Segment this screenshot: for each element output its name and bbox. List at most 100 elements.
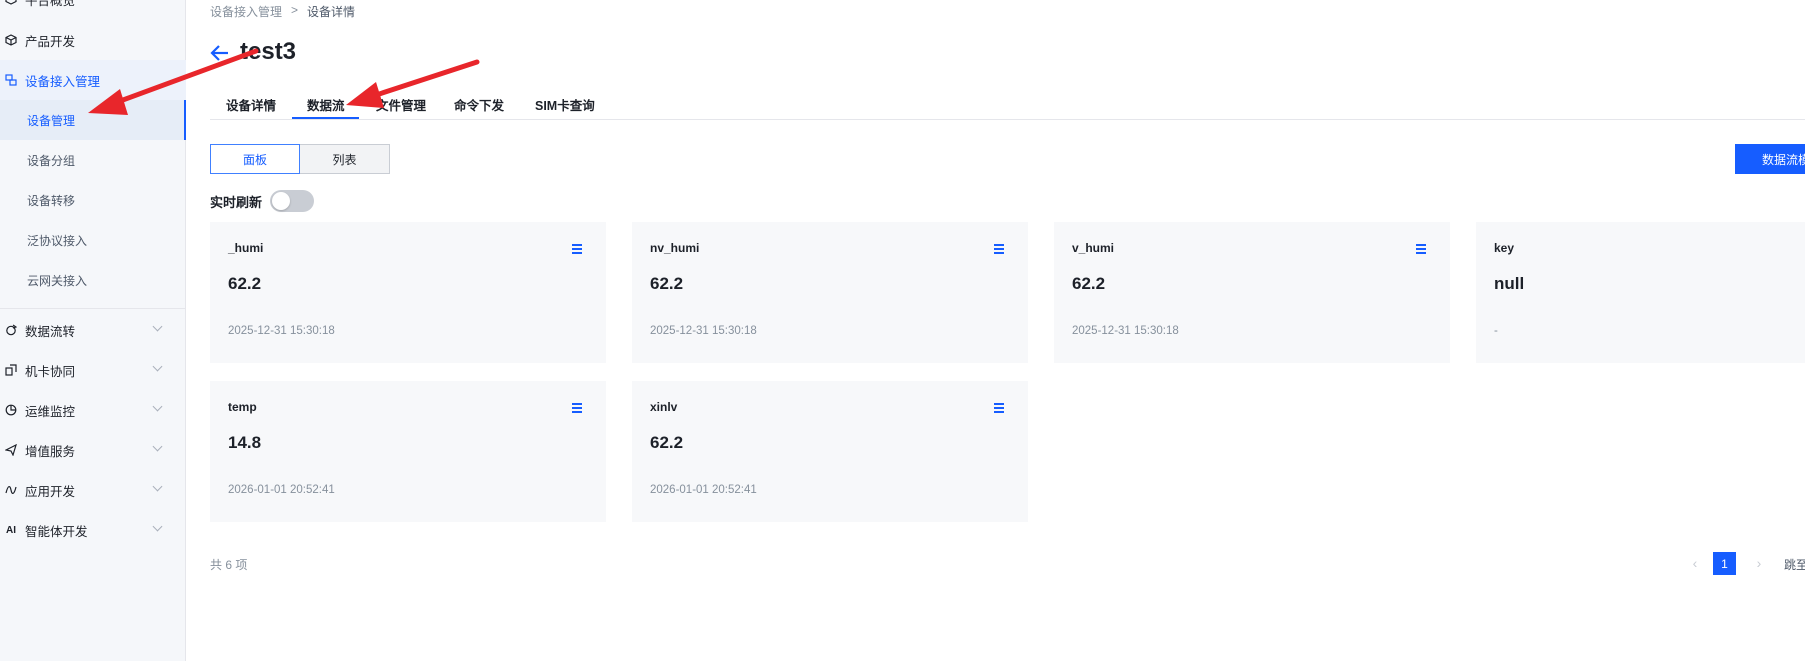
tab-active-indicator <box>292 117 359 119</box>
total-count: 共 6 项 <box>210 558 248 572</box>
sidebar-item-ops-monitor[interactable]: 运维监控 <box>0 390 186 430</box>
sidebar-item-data-flow[interactable]: 数据流转 <box>0 310 186 350</box>
chevron-down-icon <box>152 361 163 372</box>
sidebar-subitem-device-group[interactable]: 设备分组 <box>0 140 186 180</box>
data-card-name: _humi <box>228 241 264 255</box>
menu-icon[interactable] <box>994 403 1006 414</box>
data-card-name: nv_humi <box>650 241 700 255</box>
sidebar-item-label: 设备接入管理 <box>25 74 101 89</box>
view-toggle-list[interactable]: 列表 <box>300 144 390 174</box>
sidebar-item-overview[interactable]: 平台概览 <box>0 0 186 19</box>
sidebar-subitem-label: 泛协议接入 <box>27 233 88 248</box>
dashboard-icon <box>4 0 18 6</box>
data-card-value: null <box>1494 274 1525 293</box>
switch-knob <box>272 192 291 210</box>
chevron-down-icon <box>152 481 163 492</box>
data-card-time: 2025-12-31 15:30:18 <box>650 325 757 337</box>
sidebar-item-ai-agent-dev[interactable]: AI 智能体开发 <box>0 510 186 550</box>
breadcrumb-separator: > <box>291 3 299 17</box>
realtime-refresh-label: 实时刷新 <box>210 194 263 210</box>
breadcrumb-current: 设备详情 <box>307 5 356 19</box>
sidebar-item-device-access[interactable]: 设备接入管理 <box>0 60 186 100</box>
data-card-time: 2025-12-31 15:30:18 <box>1072 325 1179 337</box>
pagination-page-1[interactable]: 1 <box>1713 552 1736 575</box>
app-dev-icon <box>4 483 18 497</box>
pagination-prev-button[interactable]: ‹ <box>1685 551 1705 575</box>
data-card: key null - <box>1476 222 1805 363</box>
main-content: 设备接入管理 > 设备详情 test3 设备详情 数据流 文件管理 命令下发 S… <box>187 0 1805 661</box>
sidebar-item-sim-collab[interactable]: 机卡协同 <box>0 350 186 390</box>
data-card-name: temp <box>228 400 257 414</box>
sim-card-icon <box>4 363 18 377</box>
data-card-time: 2026-01-01 20:52:41 <box>650 484 757 496</box>
sidebar-item-label: 增值服务 <box>25 444 76 459</box>
data-card-value: 62.2 <box>650 274 684 293</box>
sidebar-subitem-label: 云网关接入 <box>27 273 88 288</box>
tab-bar: 设备详情 数据流 文件管理 命令下发 SIM卡查询 <box>210 88 1805 120</box>
tab-sim-query[interactable]: SIM卡查询 <box>535 95 595 114</box>
data-card-time: - <box>1494 325 1498 337</box>
device-access-icon <box>4 73 18 87</box>
data-card-name: key <box>1494 241 1515 255</box>
menu-icon[interactable] <box>1416 244 1428 255</box>
menu-icon[interactable] <box>994 244 1006 255</box>
chevron-down-icon <box>152 441 163 452</box>
sidebar-subitem-label: 设备管理 <box>27 113 76 128</box>
ai-icon: AI <box>6 524 16 536</box>
data-card: xinlv 62.2 2026-01-01 20:52:41 <box>632 381 1028 522</box>
pagination-next-button[interactable]: › <box>1749 551 1769 575</box>
sidebar-divider <box>0 308 186 309</box>
sidebar-subitem-device-management[interactable]: 设备管理 <box>0 100 186 140</box>
sidebar-subitem-generic-protocol[interactable]: 泛协议接入 <box>0 220 186 260</box>
sidebar-item-app-dev[interactable]: 应用开发 <box>0 470 186 510</box>
sidebar-item-product-dev[interactable]: 产品开发 <box>0 20 186 60</box>
data-card-value: 62.2 <box>650 433 684 452</box>
sidebar-item-label: 平台概览 <box>25 0 76 8</box>
data-flow-icon <box>4 323 18 337</box>
data-card-value: 62.2 <box>228 274 262 293</box>
data-card: nv_humi 62.2 2025-12-31 15:30:18 <box>632 222 1028 363</box>
data-card: temp 14.8 2026-01-01 20:52:41 <box>210 381 606 522</box>
data-card-name: xinlv <box>650 400 678 414</box>
sidebar: 平台概览 产品开发 设备接入管理 设备管理 设备分组 设备转移 泛协议接入 云网… <box>0 0 186 661</box>
data-card-value: 62.2 <box>1072 274 1106 293</box>
realtime-refresh-switch[interactable] <box>270 190 315 212</box>
data-card-value: 14.8 <box>228 433 262 452</box>
sidebar-item-value-added[interactable]: 增值服务 <box>0 430 186 470</box>
breadcrumb-link-device-access[interactable]: 设备接入管理 <box>210 3 282 20</box>
sidebar-item-label: 机卡协同 <box>25 364 76 379</box>
sidebar-item-label: 产品开发 <box>25 34 76 49</box>
tab-command-send[interactable]: 命令下发 <box>454 95 504 114</box>
sidebar-item-label: 数据流转 <box>25 324 76 339</box>
data-card: v_humi 62.2 2025-12-31 15:30:18 <box>1054 222 1450 363</box>
sidebar-item-label: 运维监控 <box>25 404 76 419</box>
data-card-time: 2025-12-31 15:30:18 <box>228 325 335 337</box>
page-title: test3 <box>240 38 297 65</box>
back-arrow-icon[interactable] <box>210 44 230 62</box>
chevron-down-icon <box>152 401 163 412</box>
data-card-name: v_humi <box>1072 241 1115 255</box>
tab-device-detail[interactable]: 设备详情 <box>226 95 276 114</box>
sidebar-subitem-label: 设备分组 <box>27 153 76 168</box>
monitor-icon <box>4 403 18 417</box>
sidebar-subitem-cloud-gateway[interactable]: 云网关接入 <box>0 260 186 300</box>
data-card-time: 2026-01-01 20:52:41 <box>228 484 335 496</box>
data-card: _humi 62.2 2025-12-31 15:30:18 <box>210 222 606 363</box>
sidebar-item-label: 应用开发 <box>25 484 76 499</box>
cube-icon <box>4 33 18 47</box>
data-stream-model-button[interactable]: 数据流模 <box>1735 144 1805 174</box>
menu-icon[interactable] <box>572 244 584 255</box>
view-toggle-panel[interactable]: 面板 <box>210 144 300 174</box>
view-toggle: 面板 列表 <box>210 144 390 174</box>
paper-plane-icon <box>4 443 18 457</box>
pagination-jump-label: 跳至 <box>1784 558 1805 572</box>
tab-data-stream[interactable]: 数据流 <box>307 95 345 114</box>
sidebar-item-label: 智能体开发 <box>25 524 88 539</box>
tab-file-management[interactable]: 文件管理 <box>376 95 426 114</box>
realtime-refresh-row: 实时刷新 <box>210 190 315 212</box>
menu-icon[interactable] <box>572 403 584 414</box>
sidebar-subitem-label: 设备转移 <box>27 193 76 208</box>
chevron-down-icon <box>152 521 163 532</box>
breadcrumb: 设备接入管理 > 设备详情 <box>210 3 355 20</box>
sidebar-subitem-device-transfer[interactable]: 设备转移 <box>0 180 186 220</box>
